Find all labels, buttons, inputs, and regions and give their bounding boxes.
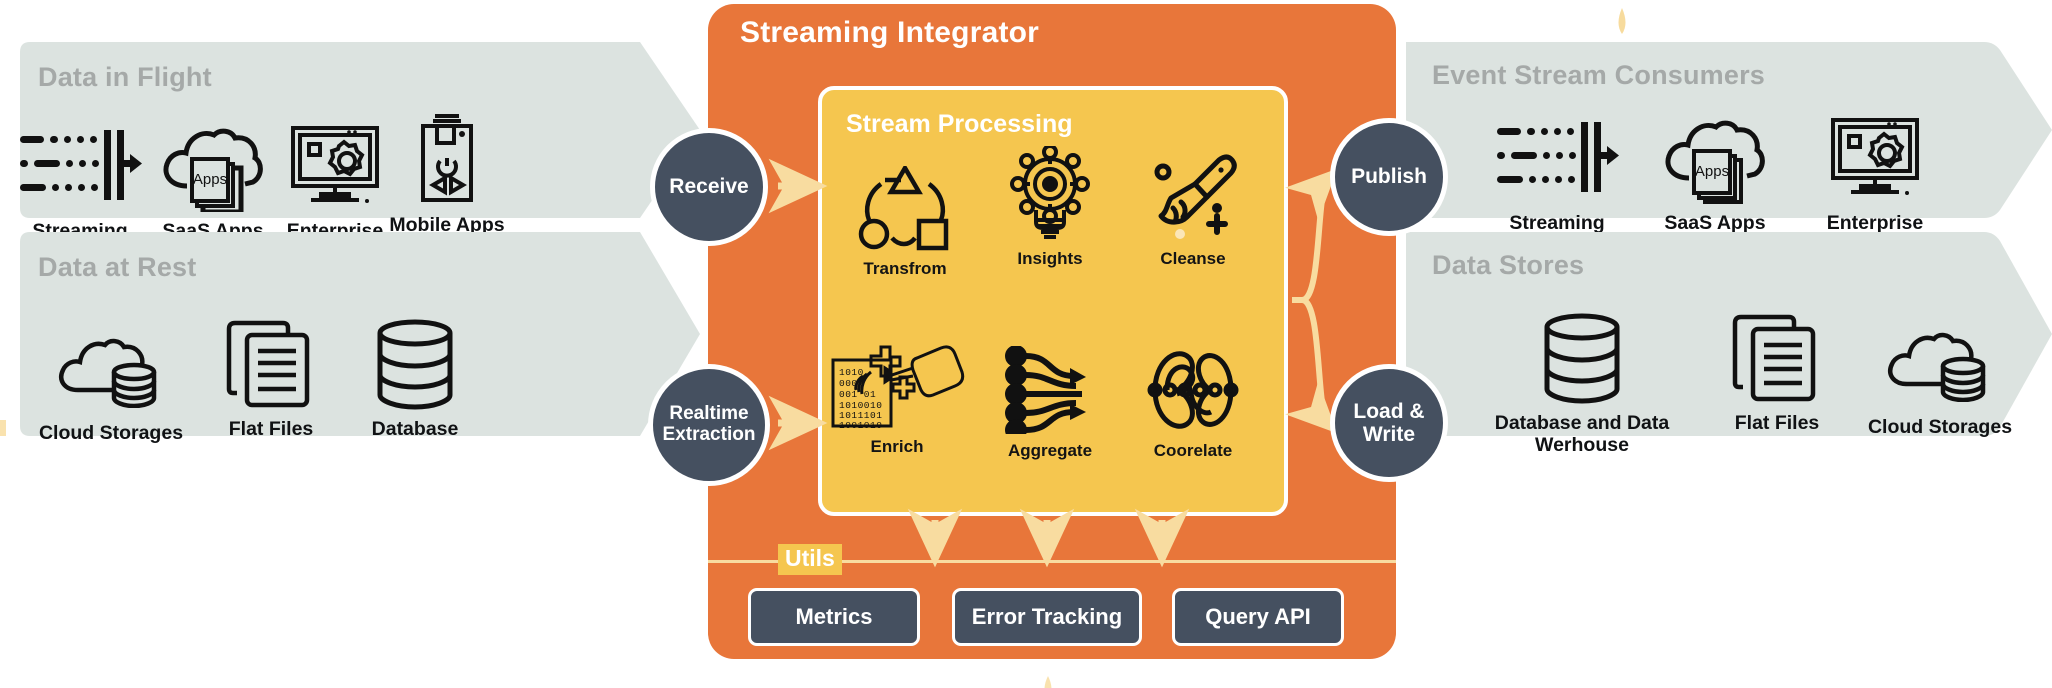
stream-processing-title: Stream Processing — [846, 110, 1073, 138]
cloud-storage-icon — [56, 320, 166, 416]
insights-lightbulb-icon — [1003, 146, 1097, 242]
node-label: Database — [371, 418, 459, 440]
node-cloud-storages-atrest: Cloud Storages — [26, 320, 196, 444]
panel-title-data-at-rest: Data at Rest — [38, 252, 197, 282]
node-label: Cloud Storages — [38, 422, 184, 444]
sp-node-transform: Transfrom — [830, 160, 980, 279]
utils-button-query-api[interactable]: Query API — [1172, 588, 1344, 646]
utils-button-metrics[interactable]: Metrics — [748, 588, 920, 646]
streaming-systems-icon — [18, 118, 142, 214]
cleanse-brush-icon — [1147, 150, 1239, 242]
database-cylinder-icon — [372, 316, 458, 412]
integrator-title: Streaming Integrator — [740, 16, 1040, 49]
utils-button-error-tracking[interactable]: Error Tracking — [952, 588, 1142, 646]
svg-text:000: 000 — [839, 378, 858, 389]
stage-load-write[interactable]: Load & Write — [1330, 364, 1448, 482]
sp-node-label: Insights — [1017, 249, 1083, 268]
sp-node-label: Aggregate — [1007, 441, 1093, 460]
mobile-device-sensor-icon — [409, 112, 485, 208]
node-database-warehouse: Database and Data Werhouse — [1476, 310, 1688, 456]
flat-files-icon — [1731, 310, 1823, 406]
enterprise-system-monitor-icon — [1827, 110, 1923, 206]
svg-text:1001010: 1001010 — [839, 420, 882, 430]
stage-receive-label: Receive — [669, 175, 749, 199]
utils-button-label: Metrics — [795, 604, 873, 629]
decor-mark-top — [1618, 8, 1626, 34]
stage-realtime-extraction-label: Realtime Extraction — [662, 403, 756, 445]
flat-files-icon — [225, 316, 317, 412]
utils-button-label: Query API — [1205, 604, 1311, 629]
sp-node-aggregate: Aggregate — [975, 342, 1125, 461]
stage-load-write-label: Load & Write — [1353, 399, 1425, 446]
sp-node-label: Transfrom — [863, 259, 947, 278]
sp-node-label: Coorelate — [1153, 441, 1233, 460]
correlate-loops-icon — [1145, 342, 1241, 434]
svg-text:Apps: Apps — [1695, 163, 1729, 180]
decor-mark-left — [0, 420, 6, 436]
svg-text:001 01: 001 01 — [839, 389, 876, 400]
node-label: Flat Files — [228, 418, 314, 440]
node-cloud-storages-store: Cloud Storages — [1840, 314, 2040, 438]
sp-node-correlate: Coorelate — [1118, 342, 1268, 461]
stage-publish-label: Publish — [1351, 165, 1427, 189]
stage-publish[interactable]: Publish — [1330, 118, 1448, 236]
stage-realtime-extraction[interactable]: Realtime Extraction — [648, 364, 770, 486]
sp-node-enrich: 1010 000 001 01 1010010 1011101 1001010 … — [822, 338, 972, 457]
stage-receive[interactable]: Receive — [650, 128, 768, 246]
decor-mark-bottom — [1044, 676, 1052, 688]
utils-button-label: Error Tracking — [971, 604, 1123, 629]
svg-text:Apps: Apps — [193, 171, 227, 188]
saas-apps-cloud-icon: Apps — [1659, 110, 1771, 206]
sp-node-label: Cleanse — [1160, 249, 1226, 268]
sp-node-insights: Insights — [975, 146, 1125, 269]
streaming-systems-icon — [1495, 110, 1619, 206]
sp-node-cleanse: Cleanse — [1118, 150, 1268, 269]
panel-title-event-stream-consumers: Event Stream Consumers — [1432, 60, 1766, 90]
transform-shapes-icon — [857, 160, 953, 252]
node-label: Cloud Storages — [1867, 416, 2013, 438]
architecture-diagram: Data in Flight Streaming Systems Apps Sa… — [0, 0, 2052, 688]
node-label: Database and Data Werhouse — [1494, 412, 1670, 457]
cloud-storage-icon — [1885, 314, 1995, 410]
panel-title-data-stores: Data Stores — [1432, 250, 1585, 280]
node-database-atrest: Database — [330, 316, 500, 440]
sp-node-label: Enrich — [870, 437, 924, 456]
svg-text:1010: 1010 — [839, 367, 864, 378]
node-flat-files-store: Flat Files — [1692, 310, 1862, 434]
enrich-binary-watering-icon: 1010 000 001 01 1010010 1011101 1001010 — [829, 338, 965, 430]
node-saas-apps-consumer: Apps SaaS Apps — [1630, 110, 1800, 234]
aggregate-merge-icon — [1004, 342, 1096, 434]
database-cylinder-icon — [1539, 310, 1625, 406]
utils-title: Utils — [778, 544, 842, 575]
node-label: Flat Files — [1734, 412, 1820, 434]
panel-title-data-in-flight: Data in Flight — [38, 62, 212, 92]
